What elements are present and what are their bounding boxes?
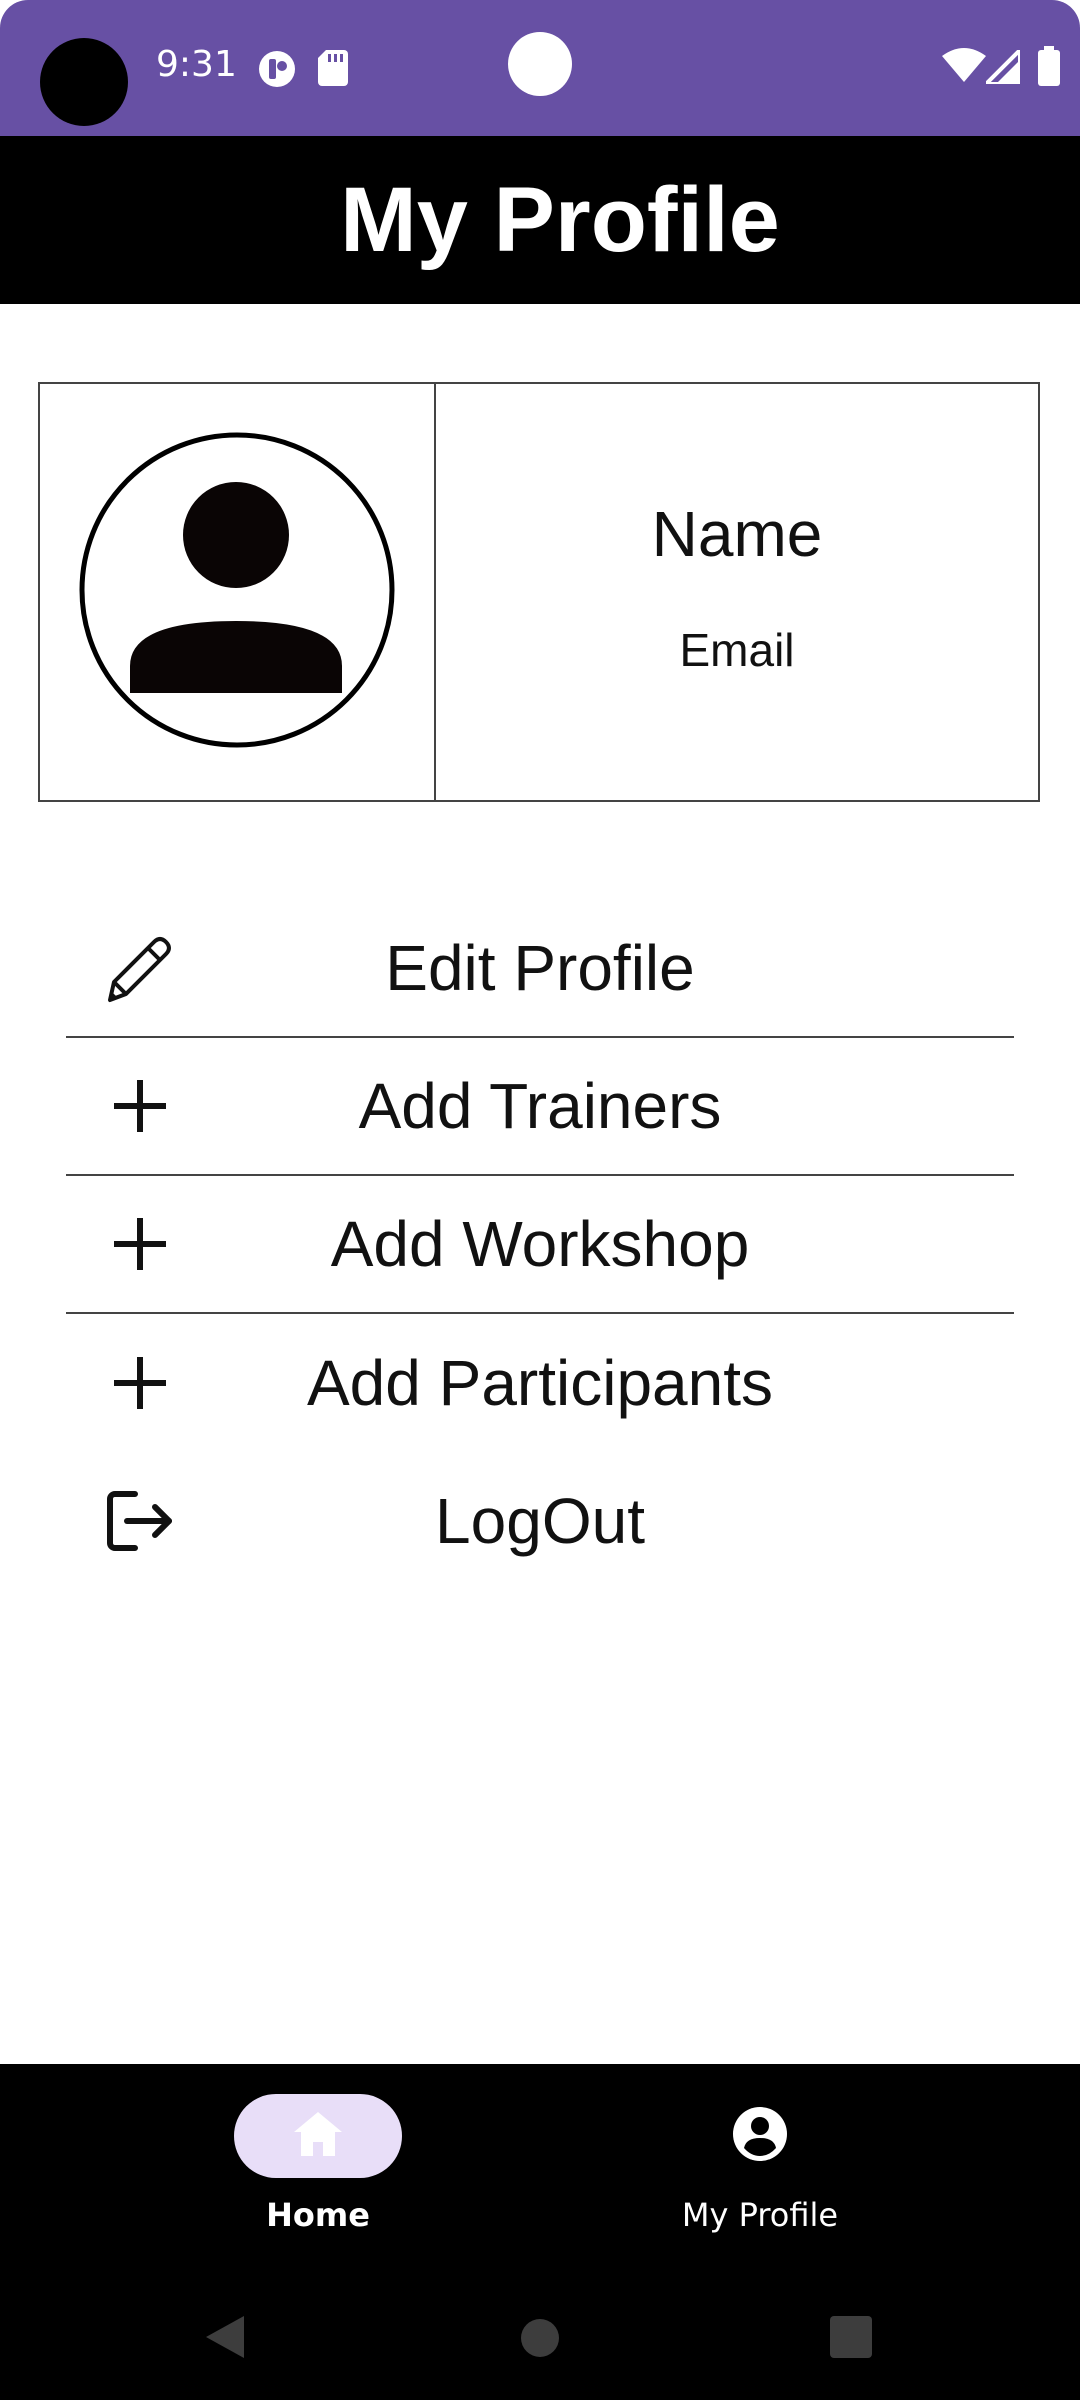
app-header: My Profile: [0, 136, 1080, 304]
menu-item-label: Add Workshop: [330, 1208, 750, 1280]
recents-icon[interactable]: [830, 2316, 872, 2363]
back-icon[interactable]: [204, 2314, 246, 2365]
notification-app-icon: [258, 50, 296, 93]
menu-item-label: LogOut: [435, 1485, 645, 1557]
profile-menu: Edit Profile Add Trainers Add Workshop A…: [66, 900, 1014, 1590]
home-icon: [292, 2110, 344, 2163]
status-time: 9:31: [156, 44, 237, 85]
account-circle-icon[interactable]: [78, 431, 396, 754]
menu-item-add-workshop[interactable]: Add Workshop: [66, 1176, 1014, 1314]
nav-active-indicator: [234, 2094, 402, 2178]
nav-label-my-profile: My Profile: [681, 2196, 839, 2234]
menu-item-label: Add Participants: [306, 1347, 774, 1419]
profile-info: Name Email: [436, 384, 1038, 800]
nav-pill: [676, 2094, 844, 2178]
menu-item-add-trainers[interactable]: Add Trainers: [66, 1038, 1014, 1176]
camera-cutout: [40, 38, 128, 126]
menu-item-edit-profile[interactable]: Edit Profile: [66, 900, 1014, 1038]
sd-card-icon: [318, 50, 348, 91]
wifi-icon: [942, 48, 986, 89]
page-title: My Profile: [340, 168, 780, 271]
nav-label-home: Home: [266, 2196, 370, 2234]
nav-item-home[interactable]: Home: [168, 2094, 468, 2234]
profile-name: Name: [651, 498, 823, 570]
status-dot: [508, 32, 572, 96]
account-circle-icon: [732, 2106, 788, 2167]
avatar-cell: [40, 384, 436, 800]
menu-item-label: Add Trainers: [358, 1070, 722, 1142]
nav-item-my-profile[interactable]: My Profile: [610, 2094, 910, 2234]
battery-icon: [1038, 46, 1060, 91]
screen: 9:31 My Profile Name Email Edit Profile …: [0, 0, 1080, 2400]
profile-email: Email: [679, 624, 795, 676]
home-circle-icon[interactable]: [520, 2318, 560, 2363]
cellular-signal-icon: [981, 45, 1022, 89]
menu-item-logout[interactable]: LogOut: [66, 1452, 1014, 1590]
profile-card: Name Email: [38, 382, 1040, 802]
menu-item-add-participants[interactable]: Add Participants: [66, 1314, 1014, 1452]
menu-item-label: Edit Profile: [385, 932, 695, 1004]
status-bar: 9:31: [0, 0, 1080, 136]
